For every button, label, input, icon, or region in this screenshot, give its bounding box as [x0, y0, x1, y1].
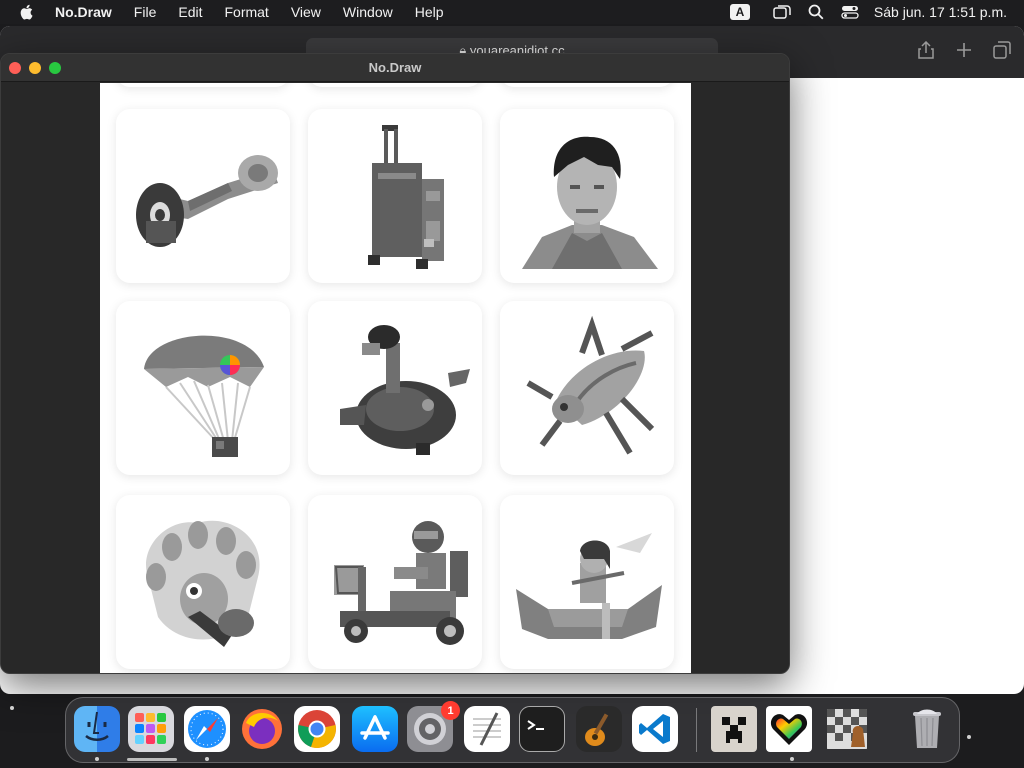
new-tab-icon[interactable] [954, 40, 974, 60]
terminal-icon[interactable] [519, 706, 565, 752]
notification-badge: 1 [441, 701, 460, 720]
hoverboard-image [136, 155, 278, 247]
launchpad-icon[interactable] [128, 706, 174, 752]
control-center-icon[interactable] [840, 3, 860, 21]
menu-bar: No.Draw File Edit Format View Window Hel… [0, 0, 1024, 24]
window-minimize-button[interactable] [29, 61, 41, 74]
creeper-icon[interactable] [711, 706, 757, 752]
apple-icon[interactable] [17, 2, 37, 22]
gallery-card-hoverboard[interactable] [116, 109, 290, 283]
dock-separator [696, 708, 697, 752]
vscode-icon[interactable] [632, 706, 678, 752]
spotlight-search-icon[interactable] [806, 3, 826, 21]
gallery-card-grasshopper[interactable] [500, 301, 674, 475]
share-icon[interactable] [916, 40, 936, 60]
gallery-card-partial[interactable] [500, 83, 674, 87]
firefox-icon[interactable] [239, 706, 285, 752]
app-store-icon[interactable] [352, 706, 398, 752]
suitcase-image [368, 125, 444, 269]
menu-app-name[interactable]: No.Draw [51, 4, 123, 20]
trash-icon[interactable] [904, 706, 950, 752]
tab-overview-icon[interactable] [992, 40, 1012, 60]
input-source-indicator[interactable]: A [729, 4, 750, 20]
textedit-icon[interactable] [464, 706, 510, 752]
mobility-scooter-image [334, 521, 468, 645]
dock [65, 697, 960, 763]
gallery-card-canoe[interactable] [500, 495, 674, 669]
chrome-icon[interactable] [294, 706, 340, 752]
menu-window[interactable]: Window [332, 4, 404, 20]
status-dot [10, 706, 14, 710]
menu-view[interactable]: View [280, 4, 332, 20]
menu-edit[interactable]: Edit [167, 4, 213, 20]
pixel-heart-icon[interactable] [766, 706, 812, 752]
window-title: No.Draw [368, 60, 422, 75]
menu-help[interactable]: Help [404, 4, 455, 20]
gallery-card-mobility-scooter[interactable] [308, 495, 482, 669]
gallery-card-partial[interactable] [308, 83, 482, 87]
clock[interactable]: Sáb jun. 17 1:51 p.m. [874, 4, 1007, 20]
gallery-card-parachute[interactable] [116, 301, 290, 475]
parachute-image [144, 335, 264, 457]
portrait-image [522, 136, 658, 269]
gallery-card-peacock[interactable] [116, 495, 290, 669]
gallery-grid [100, 83, 691, 673]
menu-file[interactable]: File [123, 4, 168, 20]
garageband-icon[interactable] [576, 706, 622, 752]
canoe-image [516, 533, 662, 639]
gallery-card-portrait[interactable] [500, 109, 674, 283]
peacock-image [146, 520, 260, 647]
gallery-card-suitcase[interactable] [308, 109, 482, 283]
running-indicator [95, 757, 99, 761]
window-switcher-icon[interactable] [772, 3, 792, 21]
running-indicator [790, 757, 794, 761]
grasshopper-image [526, 315, 655, 455]
gallery-card-rider-machine[interactable] [308, 301, 482, 475]
running-indicator [205, 757, 209, 761]
nodraw-window: No.Draw [0, 53, 790, 674]
finder-icon[interactable] [74, 706, 120, 752]
window-zoom-button[interactable] [49, 61, 61, 74]
safari-icon[interactable] [184, 706, 230, 752]
menu-format[interactable]: Format [213, 4, 279, 20]
scroll-indicator [127, 758, 177, 761]
window-titlebar[interactable]: No.Draw [1, 54, 789, 82]
gallery-card-partial[interactable] [116, 83, 290, 87]
window-close-button[interactable] [9, 61, 21, 74]
rider-machine-image [340, 325, 470, 455]
chess-icon[interactable] [824, 706, 870, 752]
status-dot [967, 735, 971, 739]
